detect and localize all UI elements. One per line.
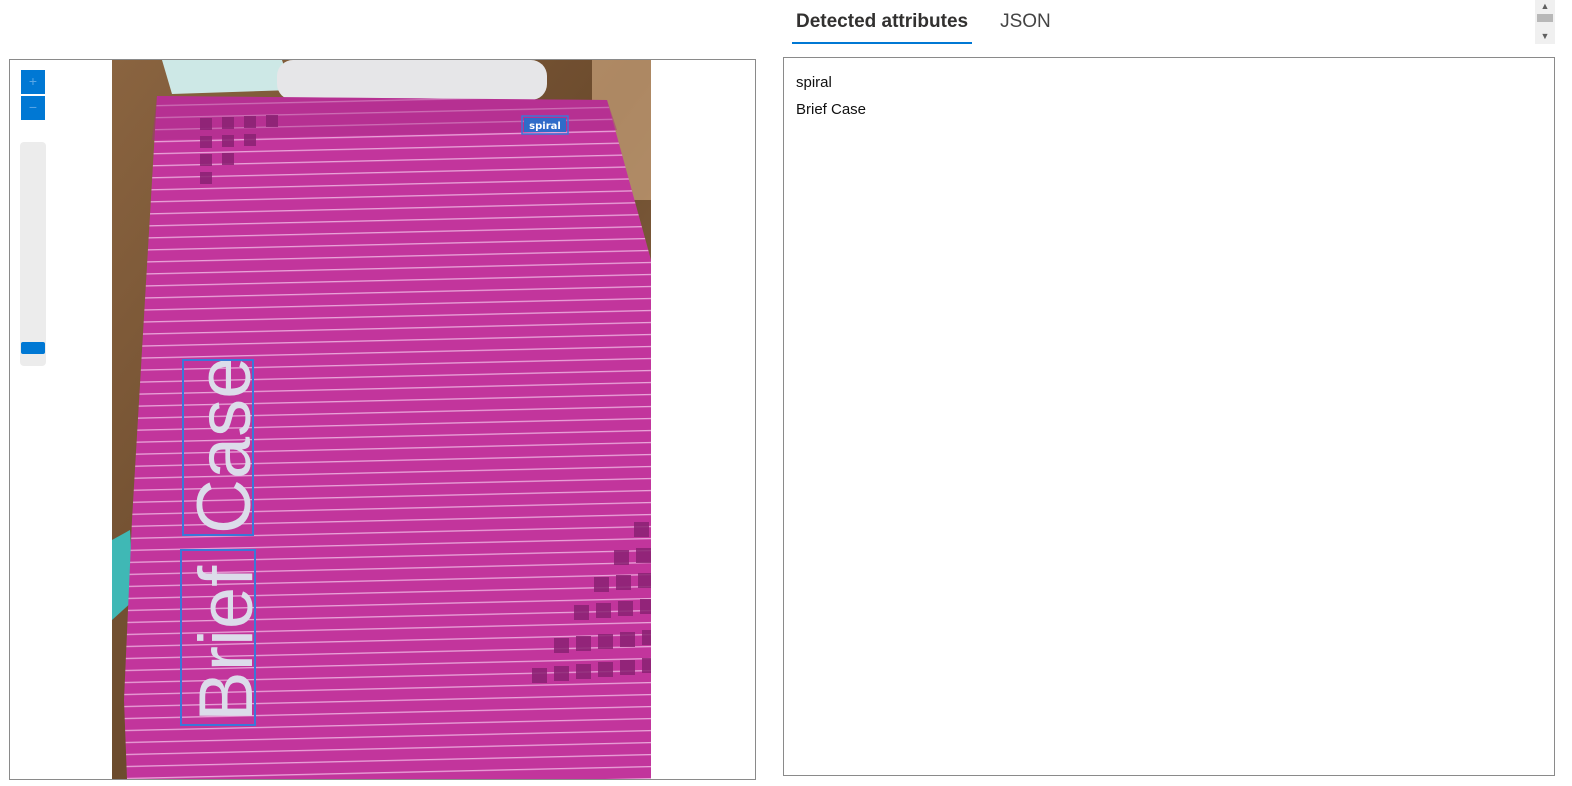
tab-json[interactable]: JSON <box>996 2 1055 44</box>
attribute-item: spiral <box>796 74 832 91</box>
scroll-thumb[interactable] <box>1537 14 1553 22</box>
attribute-item: Brief Case <box>796 101 867 118</box>
result-tabs: Detected attributes JSON <box>792 0 1055 44</box>
tab-detected-attributes[interactable]: Detected attributes <box>792 2 973 44</box>
brief-word: Brief <box>184 565 269 722</box>
scroll-down-icon[interactable]: ▼ <box>1535 30 1555 42</box>
attributes-panel: spiral Brief Case <box>783 57 1555 776</box>
zoom-slider-handle[interactable] <box>21 342 45 354</box>
spiral-logo-text: spiral <box>529 121 561 132</box>
case-word: Case <box>182 357 267 534</box>
zoom-out-button[interactable]: − <box>21 96 45 120</box>
page-scrollbar[interactable]: ▲ ▼ <box>1535 0 1555 44</box>
zoom-slider[interactable] <box>20 142 46 366</box>
image-viewer: + − spiral Case Brief <box>9 59 756 780</box>
analyzed-photo: spiral Case Brief <box>112 60 651 779</box>
zoom-in-button[interactable]: + <box>21 70 45 94</box>
scroll-up-icon[interactable]: ▲ <box>1535 0 1555 12</box>
